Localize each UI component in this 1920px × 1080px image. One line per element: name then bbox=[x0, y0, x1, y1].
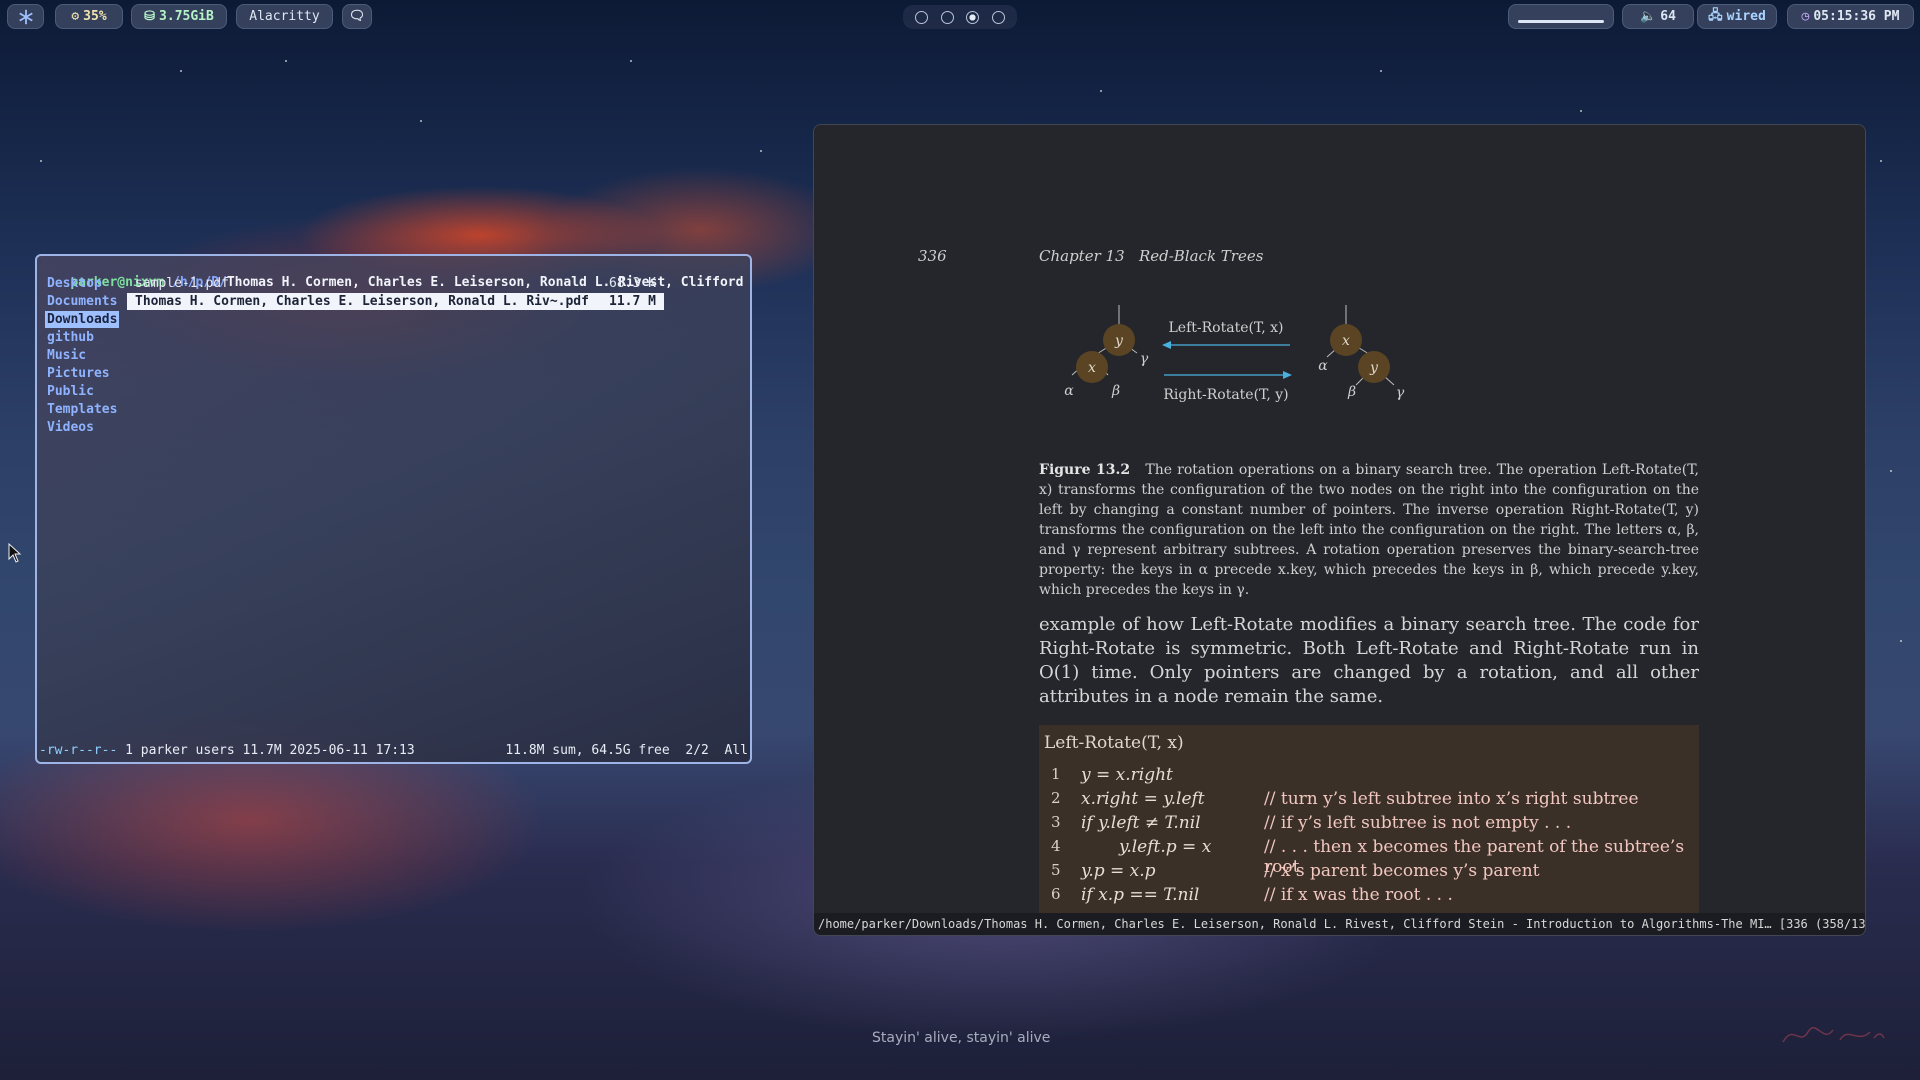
chapter-header: Chapter 13 Red-Black Trees bbox=[1039, 247, 1264, 265]
network-value: wired bbox=[1726, 9, 1766, 24]
lyrics-text: Stayin' alive, stayin' alive bbox=[872, 1030, 1051, 1046]
file-name: Thomas H. Cormen, Charles E. Leiserson, … bbox=[135, 294, 589, 309]
left-arrow-head bbox=[1162, 341, 1171, 349]
cpu-widget[interactable]: ⚙ 35% bbox=[55, 4, 123, 29]
memory-icon: ⛁ bbox=[144, 9, 156, 24]
node-label-x: x bbox=[1088, 360, 1096, 376]
cpu-icon: ⚙ bbox=[71, 9, 80, 24]
file-size: 11.7 M bbox=[609, 294, 656, 309]
page-number: 336 bbox=[918, 247, 947, 265]
wallpaper-signature-icon bbox=[1782, 1027, 1885, 1043]
dir-summary: 11.8M sum, 64.5G free bbox=[505, 743, 670, 758]
memory-value: 3.75GiB bbox=[159, 9, 214, 24]
workspace-switcher bbox=[903, 5, 1017, 29]
subtree-label-alpha: α bbox=[1064, 383, 1074, 399]
cpu-value: 35% bbox=[83, 9, 107, 24]
workspace-1[interactable] bbox=[915, 10, 929, 24]
algorithm-line: 1 y = x.right bbox=[1051, 765, 1173, 785]
right-rotate-label: Right-Rotate(T, y) bbox=[1163, 387, 1288, 403]
subtree-label-beta: β bbox=[1347, 384, 1356, 400]
notification-button[interactable]: 🗨 bbox=[342, 4, 372, 29]
file-name: sample-1.pdf bbox=[135, 276, 229, 291]
file-size: 68.3 K bbox=[609, 276, 656, 291]
dir-pictures[interactable]: Pictures bbox=[45, 365, 112, 382]
ethernet-icon: 🖧 bbox=[1708, 7, 1723, 23]
figure-caption: Figure 13.2 The rotation operations on a… bbox=[1039, 460, 1699, 600]
file-info: 1 parker users 11.7M 2025-06-11 17:13 bbox=[125, 743, 415, 758]
algorithm-box: Left-Rotate(T, x) 1 y = x.right 2 x.righ… bbox=[1039, 725, 1699, 925]
subtree-label-beta: β bbox=[1111, 383, 1120, 399]
workspace-3[interactable] bbox=[966, 10, 980, 24]
dir-templates[interactable]: Templates bbox=[45, 401, 119, 418]
file-permissions: -rw-r--r-- bbox=[39, 743, 118, 758]
dir-downloads[interactable]: Downloads bbox=[45, 311, 120, 328]
file-position: 2/2 bbox=[685, 743, 709, 758]
pdf-statusbar: /home/parker/Downloads/Thomas H. Cormen,… bbox=[814, 913, 1865, 935]
algorithm-title: Left-Rotate(T, x) bbox=[1044, 733, 1184, 753]
dir-documents[interactable]: Documents bbox=[45, 293, 119, 310]
subtree-label-gamma: γ bbox=[1140, 351, 1149, 367]
algorithm-line: 5 y.p = x.p // x’s parent becomes y’s pa… bbox=[1051, 861, 1540, 881]
workspace-4[interactable] bbox=[991, 10, 1005, 24]
algorithm-line: 6 if x.p == T.nil // if x was the root .… bbox=[1051, 885, 1453, 905]
memory-widget[interactable]: ⛁ 3.75GiB bbox=[131, 4, 227, 29]
workspace-2[interactable] bbox=[940, 10, 954, 24]
chat-bubble-icon: 🗨 bbox=[348, 9, 366, 24]
active-window-title: Alacritty bbox=[236, 4, 333, 29]
dir-public[interactable]: Public bbox=[45, 383, 96, 400]
node-label-x: x bbox=[1342, 333, 1350, 349]
pdf-viewer-window[interactable]: 336 Chapter 13 Red-Black Trees y x α β γ bbox=[813, 124, 1866, 936]
volume-widget[interactable]: 🔈 64 bbox=[1622, 4, 1694, 29]
subtree-label-alpha: α bbox=[1318, 358, 1328, 374]
speaker-icon: 🔈 bbox=[1640, 9, 1657, 24]
clock-value: 05:15:36 PM bbox=[1813, 9, 1900, 24]
lf-statusline: -rw-r--r-- 1 parker users 11.7M 2025-06-… bbox=[39, 742, 748, 759]
visualizer-bar bbox=[1518, 20, 1604, 23]
caption-text: The rotation operations on a binary sear… bbox=[1039, 462, 1700, 598]
algorithm-line: 2 x.right = y.left // turn y’s left subt… bbox=[1051, 789, 1639, 809]
lf-header: parker@nixvm /h/p/D/Thomas H. Cormen, Ch… bbox=[39, 257, 743, 290]
subtree-label-gamma: γ bbox=[1396, 385, 1405, 401]
volume-value: 64 bbox=[1660, 9, 1676, 24]
caption-label: Figure 13.2 bbox=[1039, 462, 1131, 478]
node-label-y: y bbox=[1114, 333, 1124, 349]
file-row-selected[interactable]: Thomas H. Cormen, Charles E. Leiserson, … bbox=[127, 293, 664, 310]
dir-github[interactable]: github bbox=[45, 329, 96, 346]
rotation-figure: y x α β γ Left-Rotate(T, x) Right-Rotate… bbox=[1064, 305, 1405, 403]
alacritty-terminal[interactable]: parker@nixvm /h/p/D/Thomas H. Cormen, Ch… bbox=[35, 254, 752, 764]
left-rotate-label: Left-Rotate(T, x) bbox=[1169, 320, 1284, 336]
body-paragraph: example of how Left-Rotate modifies a bi… bbox=[1039, 614, 1699, 707]
right-arrow-head bbox=[1283, 371, 1292, 379]
node-label-y: y bbox=[1369, 360, 1379, 376]
media-visualizer[interactable] bbox=[1508, 4, 1614, 29]
file-row[interactable]: sample-1.pdf 68.3 K bbox=[127, 275, 664, 292]
dir-videos[interactable]: Videos bbox=[45, 419, 96, 436]
algorithm-line: 4 y.left.p = x // . . . then x becomes t… bbox=[1051, 837, 1685, 877]
clock-icon: ◷ bbox=[1801, 9, 1810, 24]
left-tree: y x α β γ bbox=[1064, 305, 1149, 399]
algorithm-line: 3 if y.left ≠ T.nil // if y’s left subtr… bbox=[1051, 813, 1572, 833]
mouse-cursor-icon bbox=[8, 543, 22, 563]
clock-widget[interactable]: ◷ 05:15:36 PM bbox=[1787, 4, 1914, 29]
right-tree: x y α β γ bbox=[1318, 305, 1405, 401]
network-widget[interactable]: 🖧 wired bbox=[1697, 4, 1777, 29]
dir-music[interactable]: Music bbox=[45, 347, 88, 364]
nix-snowflake-icon bbox=[18, 9, 33, 24]
scroll-indicator: All bbox=[724, 743, 748, 758]
pdf-page[interactable]: 336 Chapter 13 Red-Black Trees y x α β γ bbox=[814, 125, 1865, 925]
launcher-button[interactable] bbox=[7, 4, 44, 29]
dir-desktop[interactable]: Desktop bbox=[45, 275, 104, 292]
